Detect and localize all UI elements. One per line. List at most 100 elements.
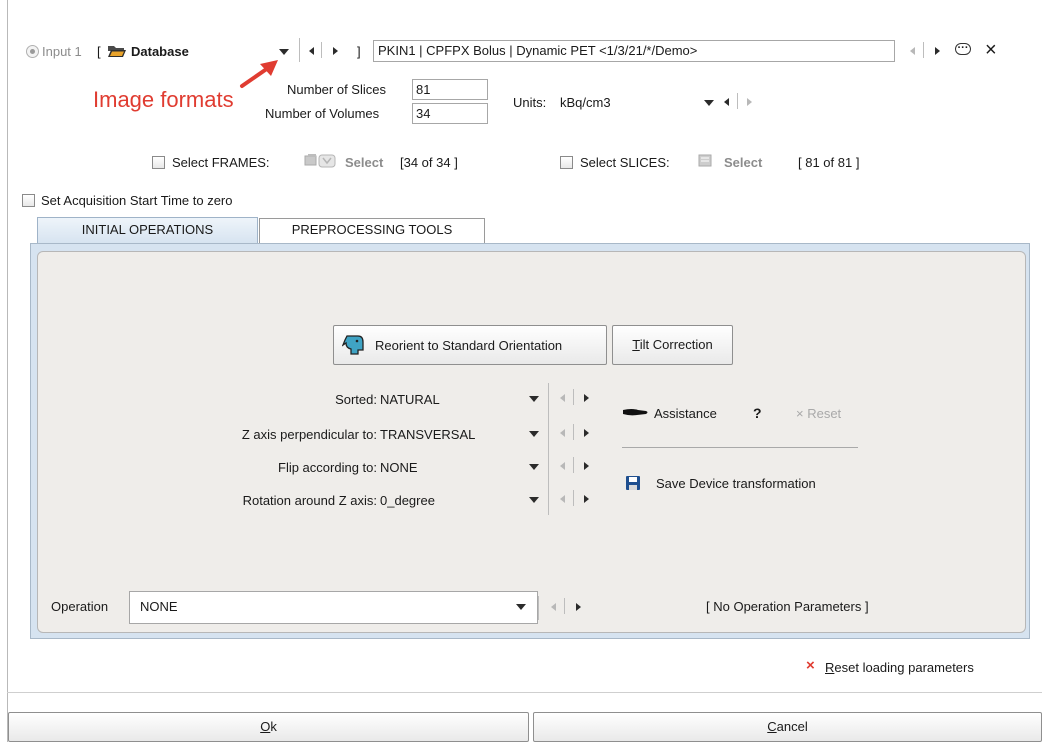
z-axis-value[interactable]: TRANSVERSAL [380, 427, 475, 442]
select-slices-label: Select SLICES: [580, 155, 670, 170]
prev-source-icon[interactable] [309, 47, 314, 55]
next-series-icon[interactable] [935, 47, 940, 55]
ok-mnemonic: O [260, 719, 271, 734]
volumes-label: Number of Volumes [265, 106, 380, 121]
next-source-icon[interactable] [333, 47, 338, 55]
slices-select-icon [697, 153, 715, 171]
input-path-field[interactable]: PKIN1 | CPFPX Bolus | Dynamic PET <1/3/2… [373, 40, 895, 62]
flip-next-icon[interactable] [584, 462, 589, 470]
separator [538, 596, 539, 620]
separator [573, 490, 574, 506]
reset-button[interactable]: × Reset [796, 406, 841, 421]
assistance-button[interactable]: Assistance [654, 406, 717, 421]
prev-series-icon[interactable] [910, 47, 915, 55]
z-axis-label: Z axis perpendicular to: [241, 427, 377, 442]
acq-zero-checkbox[interactable] [22, 194, 35, 207]
database-dropdown-icon[interactable] [279, 49, 289, 55]
operation-combo[interactable]: NONE [129, 591, 538, 624]
flip-dropdown-icon[interactable] [529, 464, 539, 470]
ok-label: k [270, 719, 277, 734]
rotation-value[interactable]: 0_degree [380, 493, 435, 508]
reset-loading-button[interactable]: Reset loading parameters [825, 660, 974, 675]
sorted-dropdown-icon[interactable] [529, 396, 539, 402]
separator [299, 38, 300, 62]
z-axis-dropdown-icon[interactable] [529, 431, 539, 437]
tilt-mnemonic: T [632, 337, 640, 352]
help-button[interactable]: ? [753, 405, 762, 421]
flip-prev-icon[interactable] [560, 462, 565, 470]
reset-loading-mnemonic: R [825, 660, 835, 675]
tab-preprocessing-tools-label: PREPROCESSING TOOLS [291, 222, 453, 237]
reorient-button[interactable]: Reorient to Standard Orientation [333, 325, 607, 365]
slices-field[interactable]: 81 [412, 79, 488, 100]
slices-label: Number of Slices [287, 82, 386, 97]
cancel-label: ancel [776, 719, 808, 734]
separator [573, 424, 574, 440]
separator [573, 389, 574, 405]
ok-button[interactable]: Ok [8, 712, 529, 742]
volumes-field[interactable]: 34 [412, 103, 488, 124]
initial-operations-panel [37, 251, 1026, 633]
rotation-dropdown-icon[interactable] [529, 497, 539, 503]
database-folder-icon [107, 43, 127, 59]
tilt-label: ilt Correction [639, 337, 713, 352]
acq-zero-label: Set Acquisition Start Time to zero [41, 193, 233, 208]
database-source: Database [131, 44, 189, 59]
units-value[interactable]: kBq/cm3 [560, 95, 611, 110]
operation-dropdown-icon[interactable] [516, 604, 526, 610]
tab-initial-operations[interactable]: INITIAL OPERATIONS [37, 217, 258, 244]
slices-select-button[interactable]: Select [724, 155, 762, 170]
tilt-correction-button[interactable]: Tilt Correction [612, 325, 733, 365]
separator [548, 383, 549, 515]
reset-loading-label: eset loading parameters [834, 660, 974, 675]
operation-value: NONE [140, 599, 178, 614]
save-disk-icon [625, 475, 641, 491]
operation-prev-icon[interactable] [551, 603, 556, 611]
sorted-prev-icon[interactable] [560, 394, 565, 402]
select-frames-checkbox[interactable] [152, 156, 165, 169]
annotation-image-formats: Image formats [93, 87, 234, 112]
z-axis-prev-icon[interactable] [560, 429, 565, 437]
frames-select-button[interactable]: Select [345, 155, 383, 170]
separator [321, 42, 322, 58]
frames-count: [34 of 34 ] [400, 155, 458, 170]
cancel-mnemonic: C [767, 719, 777, 734]
window-left-border [7, 0, 8, 742]
slices-count: [ 81 of 81 ] [798, 155, 860, 170]
sorted-next-icon[interactable] [584, 394, 589, 402]
z-axis-next-icon[interactable] [584, 429, 589, 437]
sorted-value[interactable]: NATURAL [380, 392, 440, 407]
frames-select-icon [304, 153, 338, 171]
select-frames-label: Select FRAMES: [172, 155, 270, 170]
head-orientation-icon [341, 334, 366, 356]
cancel-button[interactable]: Cancel [533, 712, 1042, 742]
rotation-prev-icon[interactable] [560, 495, 565, 503]
bracket-open: [ [97, 44, 101, 59]
select-slices-checkbox[interactable] [560, 156, 573, 169]
operation-next-icon[interactable] [576, 603, 581, 611]
separator [573, 457, 574, 473]
bottom-area-top-line [7, 692, 1042, 693]
annotation-arrow-icon [238, 58, 282, 90]
operation-label: Operation [51, 599, 109, 614]
reorient-button-label: Reorient to Standard Orientation [375, 338, 563, 353]
save-device-button[interactable]: Save Device transformation [656, 476, 816, 491]
tab-preprocessing-tools[interactable]: PREPROCESSING TOOLS [259, 218, 485, 243]
input-radio[interactable] [26, 45, 39, 58]
flip-value[interactable]: NONE [380, 460, 418, 475]
reset-loading-x-icon: × [806, 657, 815, 674]
flip-label: Flip according to: [278, 460, 377, 475]
more-options-button[interactable]: ··· [955, 43, 971, 55]
units-dropdown-icon[interactable] [704, 100, 714, 106]
input-label: Input 1 [42, 44, 82, 59]
operation-params-text: [ No Operation Parameters ] [706, 599, 869, 614]
rotation-label: Rotation around Z axis: [242, 493, 377, 508]
rotation-next-icon[interactable] [584, 495, 589, 503]
bracket-close: ] [357, 44, 361, 59]
separator [923, 42, 924, 58]
tab-initial-operations-label: INITIAL OPERATIONS [81, 222, 214, 237]
units-prev-icon[interactable] [724, 98, 729, 106]
close-icon[interactable]: × [985, 40, 997, 60]
units-label: Units: [513, 95, 547, 110]
units-next-icon[interactable] [747, 98, 752, 106]
